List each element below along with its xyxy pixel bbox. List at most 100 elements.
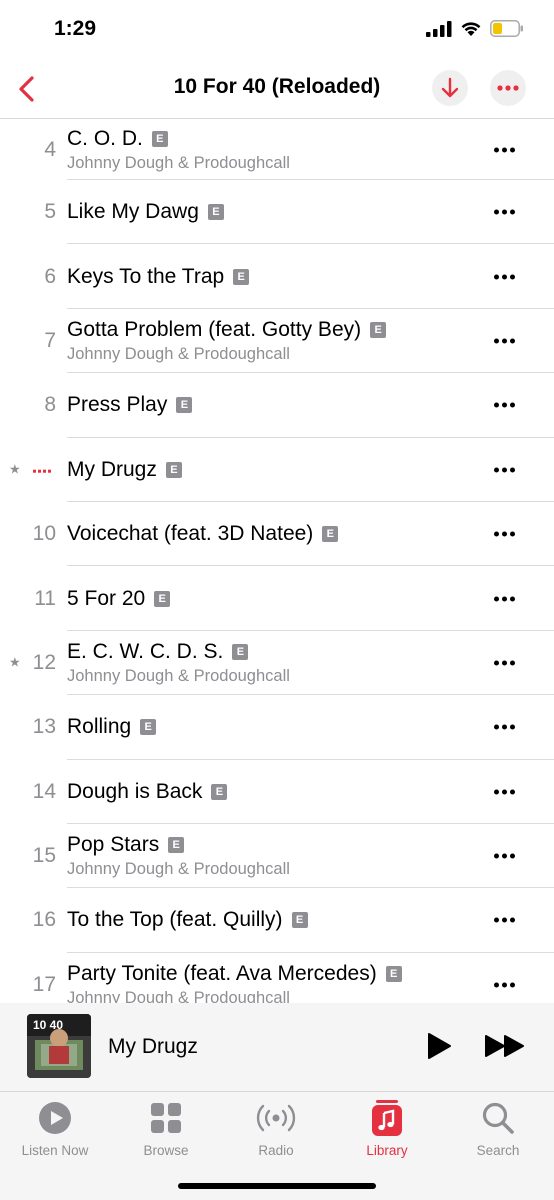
explicit-badge: E xyxy=(207,204,224,221)
ellipsis-dot xyxy=(510,982,515,988)
track-number: 4 xyxy=(44,137,56,161)
ellipsis-dot xyxy=(510,467,515,473)
track-row[interactable]: 6 Keys To the Trap E xyxy=(0,244,554,309)
track-number: 11 xyxy=(34,586,56,610)
track-number: 7 xyxy=(44,328,56,352)
mini-player[interactable]: 10 40 My Drugz xyxy=(0,1003,554,1092)
track-more-button[interactable] xyxy=(494,789,515,795)
tab-library[interactable]: Library xyxy=(332,1098,442,1158)
track-title-line: Dough is Back E xyxy=(67,780,474,804)
ellipsis-dot xyxy=(502,402,507,408)
track-title-line: Keys To the Trap E xyxy=(67,265,474,289)
cellular-signal-icon xyxy=(426,20,452,37)
ellipsis-dot xyxy=(510,531,515,537)
ellipsis-dot xyxy=(494,338,499,344)
track-info: C. O. D. E Johnny Dough & Prodoughcall xyxy=(67,127,474,173)
explicit-badge: E xyxy=(151,130,168,147)
track-row[interactable]: 14 Dough is Back E xyxy=(0,760,554,824)
track-number: 14 xyxy=(32,779,56,803)
now-playing-indicator-icon xyxy=(33,469,51,473)
search-icon xyxy=(482,1102,514,1134)
track-more-button[interactable] xyxy=(494,724,515,730)
track-more-button[interactable] xyxy=(494,660,515,666)
explicit-badge: E xyxy=(370,321,387,338)
track-row[interactable]: 5 Like My Dawg E xyxy=(0,180,554,245)
nav-bar: 10 For 40 (Reloaded) xyxy=(0,60,554,119)
play-button[interactable] xyxy=(426,1032,452,1065)
ellipsis-dot xyxy=(510,209,515,215)
explicit-badge: E xyxy=(176,397,193,414)
ellipsis-dot xyxy=(494,209,499,215)
track-row[interactable]: ★ My Drugz E xyxy=(0,438,554,502)
explicit-badge: E xyxy=(233,268,250,285)
home-indicator[interactable] xyxy=(178,1183,376,1189)
tab-label: Library xyxy=(366,1143,408,1158)
track-more-button[interactable] xyxy=(494,209,515,215)
status-icons xyxy=(426,20,524,37)
ellipsis-dot xyxy=(502,724,507,730)
ellipsis-dot xyxy=(510,724,515,730)
ellipsis-dot xyxy=(502,467,507,473)
album-artwork[interactable]: 10 40 xyxy=(27,1014,91,1078)
track-title-line: Voicechat (feat. 3D Natee) E xyxy=(67,522,474,546)
tab-listen-now[interactable]: Listen Now xyxy=(0,1098,110,1158)
track-row[interactable]: 11 5 For 20 E xyxy=(0,566,554,631)
track-row[interactable]: 15 Pop Stars E Johnny Dough & Prodoughcall xyxy=(0,824,554,889)
track-more-button[interactable] xyxy=(494,596,515,602)
track-info: Rolling E xyxy=(67,715,474,739)
ellipsis-dot xyxy=(494,531,499,537)
status-time: 1:29 xyxy=(54,17,97,40)
track-more-button[interactable] xyxy=(494,147,515,152)
album-more-button[interactable] xyxy=(490,70,526,106)
tab-label: Browse xyxy=(143,1143,189,1158)
tab-label: Listen Now xyxy=(21,1143,89,1158)
track-artist: Johnny Dough & Prodoughcall xyxy=(67,153,290,172)
track-info: Pop Stars E Johnny Dough & Prodoughcall xyxy=(67,833,474,879)
status-bar: 1:29 xyxy=(0,0,554,60)
ellipsis-dot xyxy=(510,147,515,152)
tab-search[interactable]: Search xyxy=(443,1098,553,1158)
tab-radio[interactable]: Radio xyxy=(221,1098,331,1158)
explicit-badge: E xyxy=(211,783,228,800)
track-more-button[interactable] xyxy=(494,853,515,859)
track-row[interactable]: 7 Gotta Problem (feat. Gotty Bey) E Johnny … xyxy=(0,309,554,374)
album-title: 10 For 40 (Reloaded) xyxy=(173,75,381,98)
ellipsis-icon xyxy=(497,85,519,91)
fast-forward-button[interactable] xyxy=(484,1034,526,1063)
download-button[interactable] xyxy=(432,70,468,106)
track-more-button[interactable] xyxy=(494,982,515,988)
track-more-button[interactable] xyxy=(494,917,515,923)
track-title-line: Gotta Problem (feat. Gotty Bey) E xyxy=(67,318,474,342)
track-title: Pop Stars xyxy=(67,833,160,857)
wifi-icon xyxy=(461,21,481,36)
track-number: 17 xyxy=(32,972,56,996)
track-title-line: 5 For 20 E xyxy=(67,587,474,611)
track-more-button[interactable] xyxy=(494,402,515,408)
ellipsis-dot xyxy=(510,917,515,923)
ellipsis-dot xyxy=(494,789,499,795)
ellipsis-dot xyxy=(510,660,515,666)
explicit-badge: E xyxy=(232,643,249,660)
track-title: Gotta Problem (feat. Gotty Bey) xyxy=(67,317,362,341)
track-row[interactable]: 8 Press Play E xyxy=(0,373,554,438)
track-info: Like My Dawg E xyxy=(67,200,474,224)
track-row[interactable]: 4 C. O. D. E Johnny Dough & Prodoughcall xyxy=(0,119,554,180)
track-row[interactable]: 13 Rolling E xyxy=(0,695,554,760)
track-more-button[interactable] xyxy=(494,467,515,473)
track-number: 13 xyxy=(32,715,56,739)
track-row[interactable]: 17 Party Tonite (feat. Ava Mercedes) E John… xyxy=(0,953,554,1003)
tab-browse[interactable]: Browse xyxy=(111,1098,221,1158)
track-row[interactable]: ★ 12 E. C. W. C. D. S. E Johnny Dough & Prod… xyxy=(0,631,554,696)
track-title-line: Pop Stars E xyxy=(67,833,474,857)
track-title-line: To the Top (feat. Quilly) E xyxy=(67,908,474,932)
track-more-button[interactable] xyxy=(494,274,515,280)
track-row[interactable]: 16 To the Top (feat. Quilly) E xyxy=(0,888,554,953)
track-more-button[interactable] xyxy=(494,338,515,344)
track-row[interactable]: 10 Voicechat (feat. 3D Natee) E xyxy=(0,502,554,567)
play-icon xyxy=(428,1033,451,1059)
track-info: 5 For 20 E xyxy=(67,587,474,611)
track-title: Party Tonite (feat. Ava Mercedes) xyxy=(67,961,377,985)
track-more-button[interactable] xyxy=(494,531,515,537)
ellipsis-dot xyxy=(502,338,507,344)
ellipsis-dot xyxy=(502,660,507,666)
